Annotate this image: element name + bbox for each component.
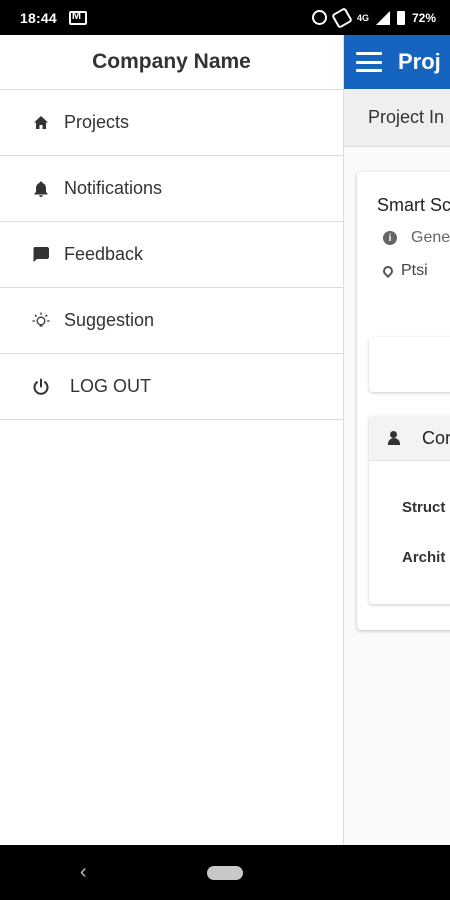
drawer-item-feedback[interactable]: Feedback [0, 222, 343, 288]
project-action-card[interactable] [369, 337, 450, 392]
status-icons: 4G 72% [311, 6, 436, 29]
drawer-item-suggestion[interactable]: Suggestion [0, 288, 343, 354]
project-category-row: i Gene [383, 229, 450, 247]
project-category: Gene [411, 229, 450, 246]
project-location: Ptsi [401, 262, 428, 279]
app-title: Proj [398, 49, 441, 74]
menu-icon[interactable] [356, 52, 382, 72]
gallery-notification-icon [68, 10, 87, 25]
home-icon [32, 114, 50, 132]
tab-project-info[interactable]: Project In [368, 107, 444, 128]
drawer-item-label: Suggestion [64, 310, 155, 330]
status-time: 18:44 [20, 9, 57, 26]
chat-icon [32, 246, 50, 264]
project-location-row: Ptsi [380, 262, 428, 280]
people-icon [388, 431, 408, 445]
back-icon[interactable]: ‹ [80, 861, 87, 884]
company-name: Company Name [92, 50, 251, 73]
signal-icon [375, 10, 390, 25]
contact-role: Struct [402, 499, 446, 516]
contacts-title: Cor [422, 427, 450, 448]
battery-level: 72% [411, 10, 436, 25]
lightbulb-icon [32, 312, 50, 330]
system-nav-bar: ‹ [0, 845, 450, 900]
contacts-card: Cor Struct Archit [369, 416, 450, 604]
app-header: Proj [344, 35, 450, 89]
tab-bar: Project In [344, 89, 450, 147]
drawer-item-label: Feedback [64, 244, 144, 264]
status-bar: 18:44 4G 72% [0, 0, 450, 35]
contacts-header: Cor [369, 416, 450, 461]
drawer-header: Company Name [0, 35, 343, 90]
network-type: 4G [356, 12, 369, 23]
drawer-item-logout[interactable]: LOG OUT [0, 354, 343, 420]
alarm-icon [311, 10, 327, 25]
drawer-item-label: Projects [64, 112, 130, 132]
project-name: Smart Sc [377, 195, 450, 215]
drawer-item-projects[interactable]: Projects [0, 90, 343, 156]
battery-icon [396, 10, 405, 25]
info-icon: i [383, 231, 397, 245]
bell-icon [32, 180, 50, 198]
location-pin-icon [380, 263, 396, 279]
power-icon [32, 378, 50, 396]
navigation-drawer: Company Name Projects Notifications Feed… [0, 35, 344, 845]
home-pill-button[interactable] [207, 866, 243, 880]
drawer-item-notifications[interactable]: Notifications [0, 156, 343, 222]
vibrate-icon [331, 6, 353, 29]
contact-role: Archit [402, 549, 446, 566]
drawer-item-label: Notifications [64, 178, 163, 198]
drawer-item-label: LOG OUT [70, 376, 152, 396]
